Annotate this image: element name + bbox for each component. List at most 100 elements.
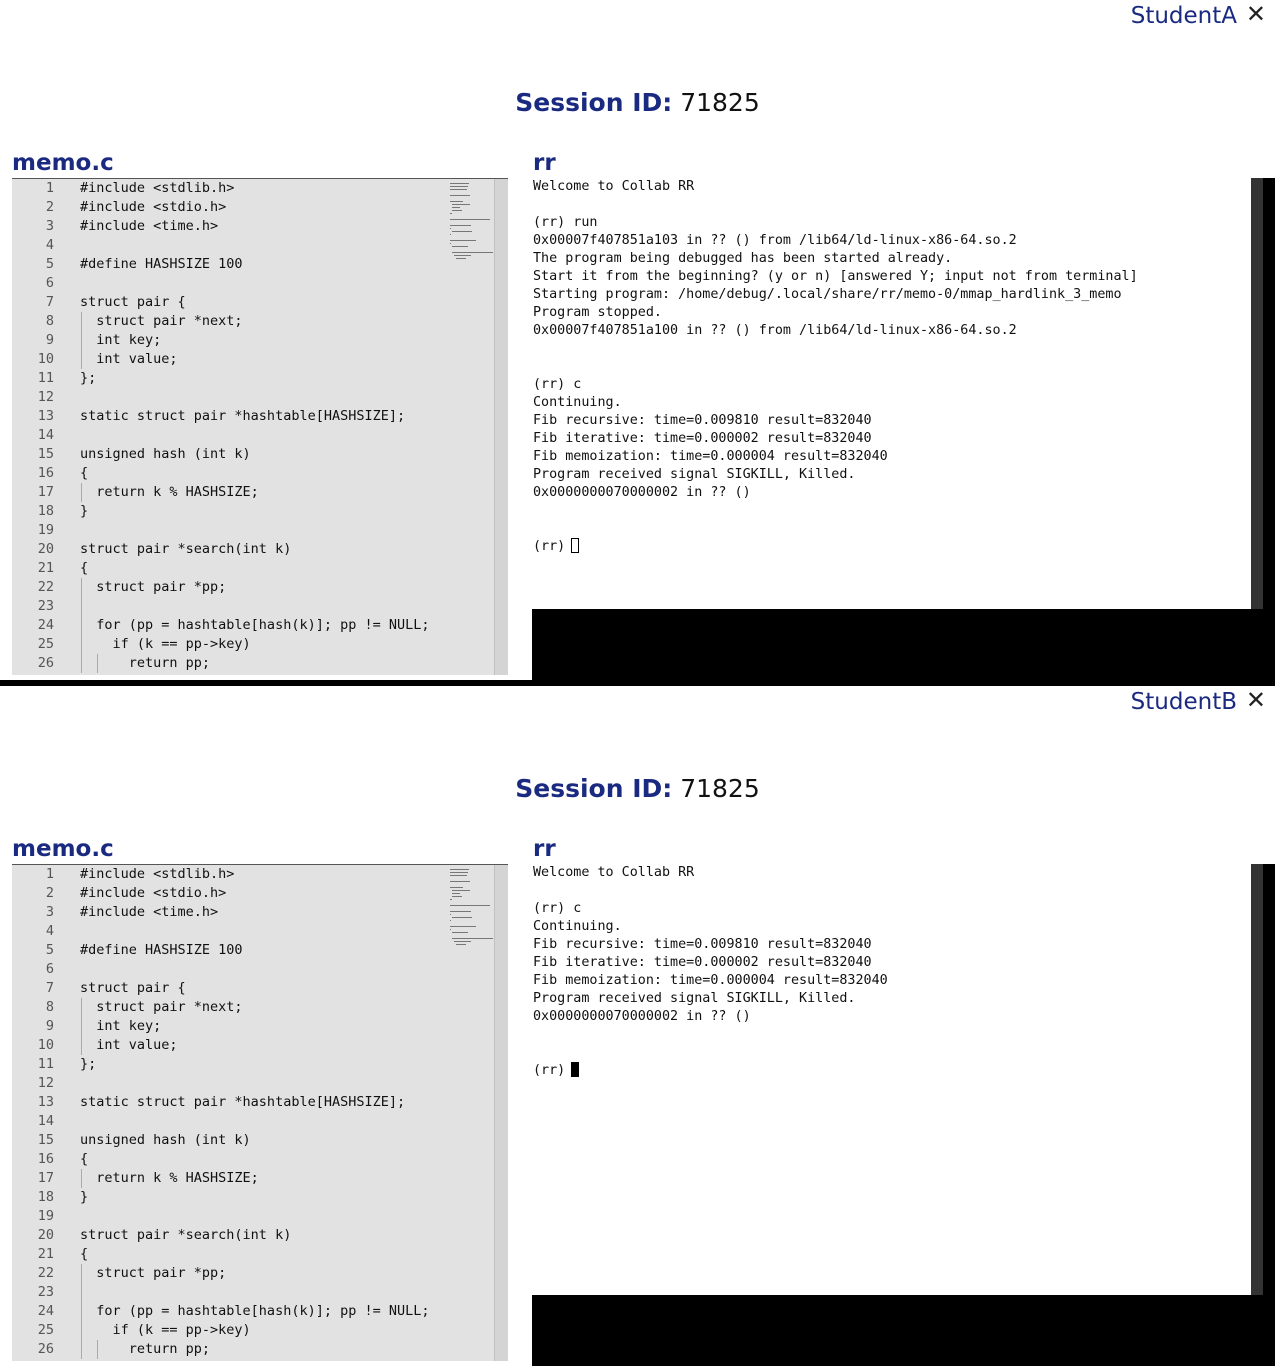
terminal-prompt-line[interactable]: (rr)	[532, 538, 1251, 556]
code-line[interactable]: 2 #include <stdio.h>	[12, 198, 452, 217]
code-line[interactable]: 21 {	[12, 559, 452, 578]
line-number: 12	[37, 1075, 54, 1091]
code-line[interactable]: 14	[12, 426, 452, 445]
close-icon[interactable]: ✕	[1246, 0, 1266, 28]
editor-scrollbar[interactable]	[494, 865, 508, 1361]
code-line[interactable]: 10 int value;	[12, 1036, 452, 1055]
code-text: struct pair *next;	[80, 999, 243, 1015]
code-text: #include <time.h>	[80, 904, 219, 920]
terminal-prompt-line[interactable]: (rr)	[532, 1062, 1251, 1080]
minimap-line	[450, 914, 451, 915]
minimap-line	[452, 207, 460, 208]
student-b-panel: StudentB ✕ Session ID: 71825 memo.c rr 1…	[0, 686, 1275, 1366]
code-line[interactable]: 7 struct pair {	[12, 979, 452, 998]
code-line[interactable]: 6	[12, 960, 452, 979]
terminal-scrollbar[interactable]	[1251, 178, 1263, 609]
minimap-line	[450, 911, 471, 912]
code-line[interactable]: 6	[12, 274, 452, 293]
code-text: struct pair *pp;	[80, 1265, 227, 1281]
code-line[interactable]: 13 static struct pair *hashtable[HASHSIZE…	[12, 1093, 452, 1112]
code-text: }	[80, 503, 89, 519]
code-line[interactable]: 16 {	[12, 1150, 452, 1169]
code-line[interactable]: 7 struct pair {	[12, 293, 452, 312]
line-number: 24	[37, 1303, 54, 1319]
code-text: #include <stdio.h>	[80, 885, 227, 901]
editor-scrollbar[interactable]	[494, 179, 508, 675]
code-line[interactable]: 4	[12, 922, 452, 941]
indent-guide	[81, 1264, 82, 1283]
code-line[interactable]: 24 for (pp = hashtable[hash(k)]; pp != N…	[12, 616, 452, 635]
line-number: 1	[45, 180, 54, 196]
code-line[interactable]: 1 #include <stdlib.h>	[12, 865, 452, 884]
session-heading: Session ID: 71825	[0, 774, 1275, 803]
code-line[interactable]: 20 struct pair *search(int k)	[12, 1226, 452, 1245]
code-line[interactable]: 9 int key;	[12, 1017, 452, 1036]
code-line[interactable]: 15 unsigned hash (int k)	[12, 445, 452, 464]
code-line[interactable]: 12	[12, 388, 452, 407]
code-line[interactable]: 8 struct pair *next;	[12, 312, 452, 331]
line-number: 10	[37, 1037, 54, 1053]
code-line[interactable]: 16 {	[12, 464, 452, 483]
minimap-line	[450, 243, 451, 244]
code-text: {	[80, 1151, 89, 1167]
code-line[interactable]: 10 int value;	[12, 350, 452, 369]
terminal-line: Program received signal SIGKILL, Killed.	[533, 991, 856, 1006]
code-minimap[interactable]	[446, 865, 494, 1055]
code-line[interactable]: 12	[12, 1074, 452, 1093]
code-line[interactable]: 14	[12, 1112, 452, 1131]
code-line[interactable]: 18}	[12, 1188, 452, 1207]
close-icon[interactable]: ✕	[1246, 686, 1266, 714]
code-line[interactable]: 25 if (k == pp->key)	[12, 1321, 452, 1340]
code-line[interactable]: 5 #define HASHSIZE 100	[12, 255, 452, 274]
code-line[interactable]: 11};	[12, 1055, 452, 1074]
terminal-scrollbar[interactable]	[1251, 864, 1263, 1295]
code-lines[interactable]: 1 #include <stdlib.h> 2 #include <stdio.h> 3…	[12, 179, 452, 673]
code-line[interactable]: 17 return k % HASHSIZE;	[12, 1169, 452, 1188]
code-editor[interactable]: 1 #include <stdlib.h> 2 #include <stdio.h> 3…	[12, 178, 508, 675]
code-line[interactable]: 19	[12, 521, 452, 540]
terminal-line: Fib memoization: time=0.000004 result=83…	[533, 449, 888, 464]
code-line[interactable]: 11};	[12, 369, 452, 388]
code-line[interactable]: 1 #include <stdlib.h>	[12, 179, 452, 198]
rr-terminal[interactable]: Welcome to Collab RR (rr) c Continuing. Fib…	[532, 864, 1251, 1295]
code-line[interactable]: 4	[12, 236, 452, 255]
indent-guide	[81, 635, 82, 654]
terminal-line: Welcome to Collab RR	[533, 179, 695, 194]
code-line[interactable]: 24 for (pp = hashtable[hash(k)]; pp != N…	[12, 1302, 452, 1321]
code-line[interactable]: 15 unsigned hash (int k)	[12, 1131, 452, 1150]
code-line[interactable]: 23	[12, 1283, 452, 1302]
line-number: 14	[37, 427, 54, 443]
code-line[interactable]: 9 int key;	[12, 331, 452, 350]
code-line[interactable]: 26 return pp;	[12, 1340, 452, 1359]
code-line[interactable]: 8 struct pair *next;	[12, 998, 452, 1017]
code-line[interactable]: 13 static struct pair *hashtable[HASHSIZE…	[12, 407, 452, 426]
code-text: }	[80, 1189, 89, 1205]
code-line[interactable]: 3 #include <time.h>	[12, 903, 452, 922]
session-id: 71825	[680, 88, 760, 117]
code-line[interactable]: 23	[12, 597, 452, 616]
code-line[interactable]: 3 #include <time.h>	[12, 217, 452, 236]
minimap-line	[450, 872, 468, 873]
code-editor[interactable]: 1 #include <stdlib.h> 2 #include <stdio.h> 3…	[12, 864, 508, 1361]
code-line[interactable]: 25 if (k == pp->key)	[12, 635, 452, 654]
minimap-line	[452, 890, 470, 891]
code-line[interactable]: 18}	[12, 502, 452, 521]
code-line[interactable]: 26 return pp;	[12, 654, 452, 673]
code-line[interactable]: 20 struct pair *search(int k)	[12, 540, 452, 559]
code-line[interactable]: 17 return k % HASHSIZE;	[12, 483, 452, 502]
terminal-line: (rr) c	[533, 377, 582, 392]
code-line[interactable]: 22 struct pair *pp;	[12, 578, 452, 597]
indent-guide	[81, 1340, 82, 1359]
code-line[interactable]: 22 struct pair *pp;	[12, 1264, 452, 1283]
code-line[interactable]: 21 {	[12, 1245, 452, 1264]
rr-terminal[interactable]: Welcome to Collab RR (rr) run 0x00007f4078…	[532, 178, 1251, 609]
code-line[interactable]: 19	[12, 1207, 452, 1226]
code-lines[interactable]: 1 #include <stdlib.h> 2 #include <stdio.h> 3…	[12, 865, 452, 1359]
terminal-cursor	[571, 1062, 580, 1077]
code-line[interactable]: 2 #include <stdio.h>	[12, 884, 452, 903]
code-line[interactable]: 5 #define HASHSIZE 100	[12, 941, 452, 960]
code-text: #define HASHSIZE 100	[80, 256, 243, 272]
minimap-line	[454, 941, 471, 942]
code-minimap[interactable]	[446, 179, 494, 369]
